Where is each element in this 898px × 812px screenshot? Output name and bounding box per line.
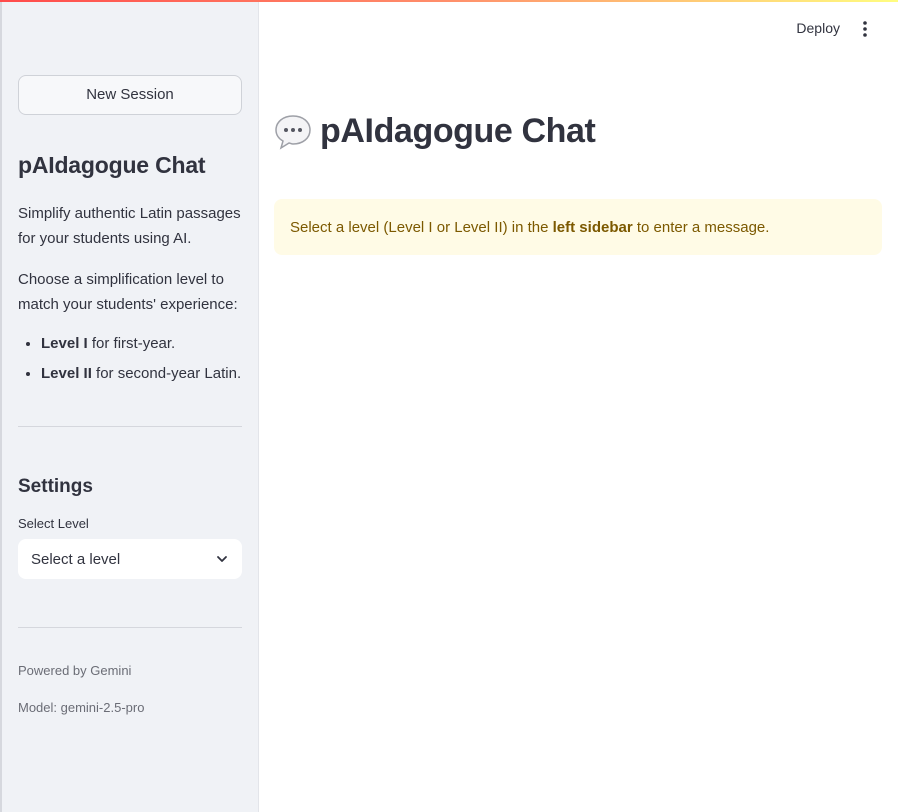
alert-text-bold: left sidebar xyxy=(552,218,633,236)
page-title: pAIdagogue Chat xyxy=(320,112,596,150)
chevron-down-icon xyxy=(217,556,227,562)
deploy-button[interactable]: Deploy xyxy=(796,20,840,36)
alert-text: Select a level (Level I or Level II) in … xyxy=(290,219,769,236)
page-title-row: pAIdagogue Chat xyxy=(274,112,882,151)
level-warning-alert: Select a level (Level I or Level II) in … xyxy=(274,199,882,255)
level-name: Level II xyxy=(41,365,92,382)
kebab-menu-icon[interactable] xyxy=(860,20,870,38)
level-select[interactable]: Select a level xyxy=(18,539,242,579)
model-text: Model: gemini-2.5-pro xyxy=(18,700,145,715)
top-decoration-bar xyxy=(0,0,898,2)
app-header: Deploy xyxy=(259,0,898,60)
level-list: Level I for first-year. Level II for sec… xyxy=(18,334,242,384)
settings-heading: Settings xyxy=(18,476,93,497)
list-item-level-2: Level II for second-year Latin. xyxy=(41,364,242,384)
sidebar: New Session pAIdagogue Chat Simplify aut… xyxy=(0,0,259,812)
level-desc: for second-year Latin. xyxy=(91,365,242,382)
sidebar-divider xyxy=(18,426,242,427)
select-level-label: Select Level xyxy=(18,516,89,531)
new-session-button[interactable]: New Session xyxy=(18,75,242,115)
level-name: Level I xyxy=(41,335,88,352)
sidebar-divider xyxy=(18,627,242,628)
alert-text-after: to enter a message. xyxy=(632,218,770,236)
level-select-value: Select a level xyxy=(31,550,121,568)
speech-bubble-icon xyxy=(275,114,311,150)
sidebar-intro-text: Simplify authentic Latin passages for yo… xyxy=(18,205,241,247)
sidebar-title: pAIdagogue Chat xyxy=(18,152,206,178)
sidebar-choose-text: Choose a simplification level to match y… xyxy=(18,271,238,313)
powered-by-text: Powered by Gemini xyxy=(18,663,132,678)
main-content: pAIdagogue Chat Select a level (Level I … xyxy=(274,112,882,255)
alert-text-before: Select a level (Level I or Level II) in … xyxy=(290,218,553,236)
level-desc: for first-year. xyxy=(87,335,176,352)
list-item-level-1: Level I for first-year. xyxy=(41,334,242,354)
